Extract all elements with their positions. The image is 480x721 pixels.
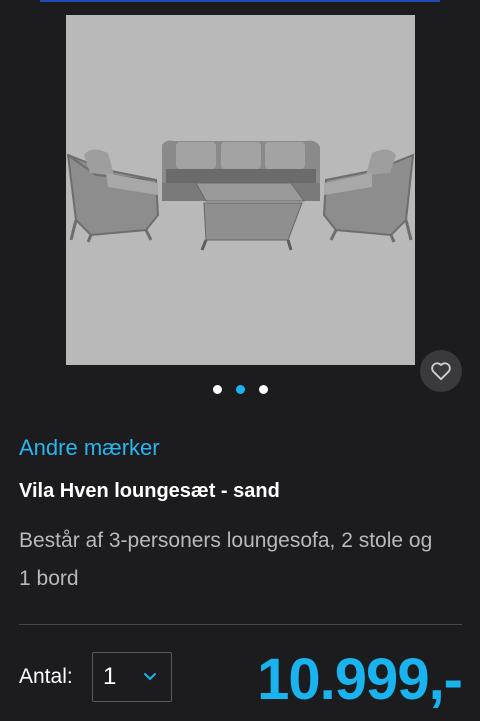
heart-icon [431,362,451,381]
product-title: Vila Hven loungesæt - sand [19,480,280,502]
quantity-label: Antal: [19,665,73,688]
product-price: 10.999,- [257,647,463,712]
quantity-select[interactable]: 1 [92,652,172,702]
quantity-value: 1 [103,663,117,690]
product-image[interactable] [66,15,415,365]
lounge-set-image [66,15,415,365]
gallery-dot[interactable] [212,385,222,394]
top-accent-line [40,0,440,2]
top-bar [0,0,480,14]
chevron-down-icon [144,673,156,681]
brand-link[interactable]: Andre mærker [19,435,160,461]
gallery-dot-active[interactable] [235,385,245,394]
gallery-dot[interactable] [258,385,268,394]
gallery-dots [0,385,480,395]
product-description: Består af 3-personers loungesofa, 2 stol… [19,529,433,590]
divider [19,624,462,625]
